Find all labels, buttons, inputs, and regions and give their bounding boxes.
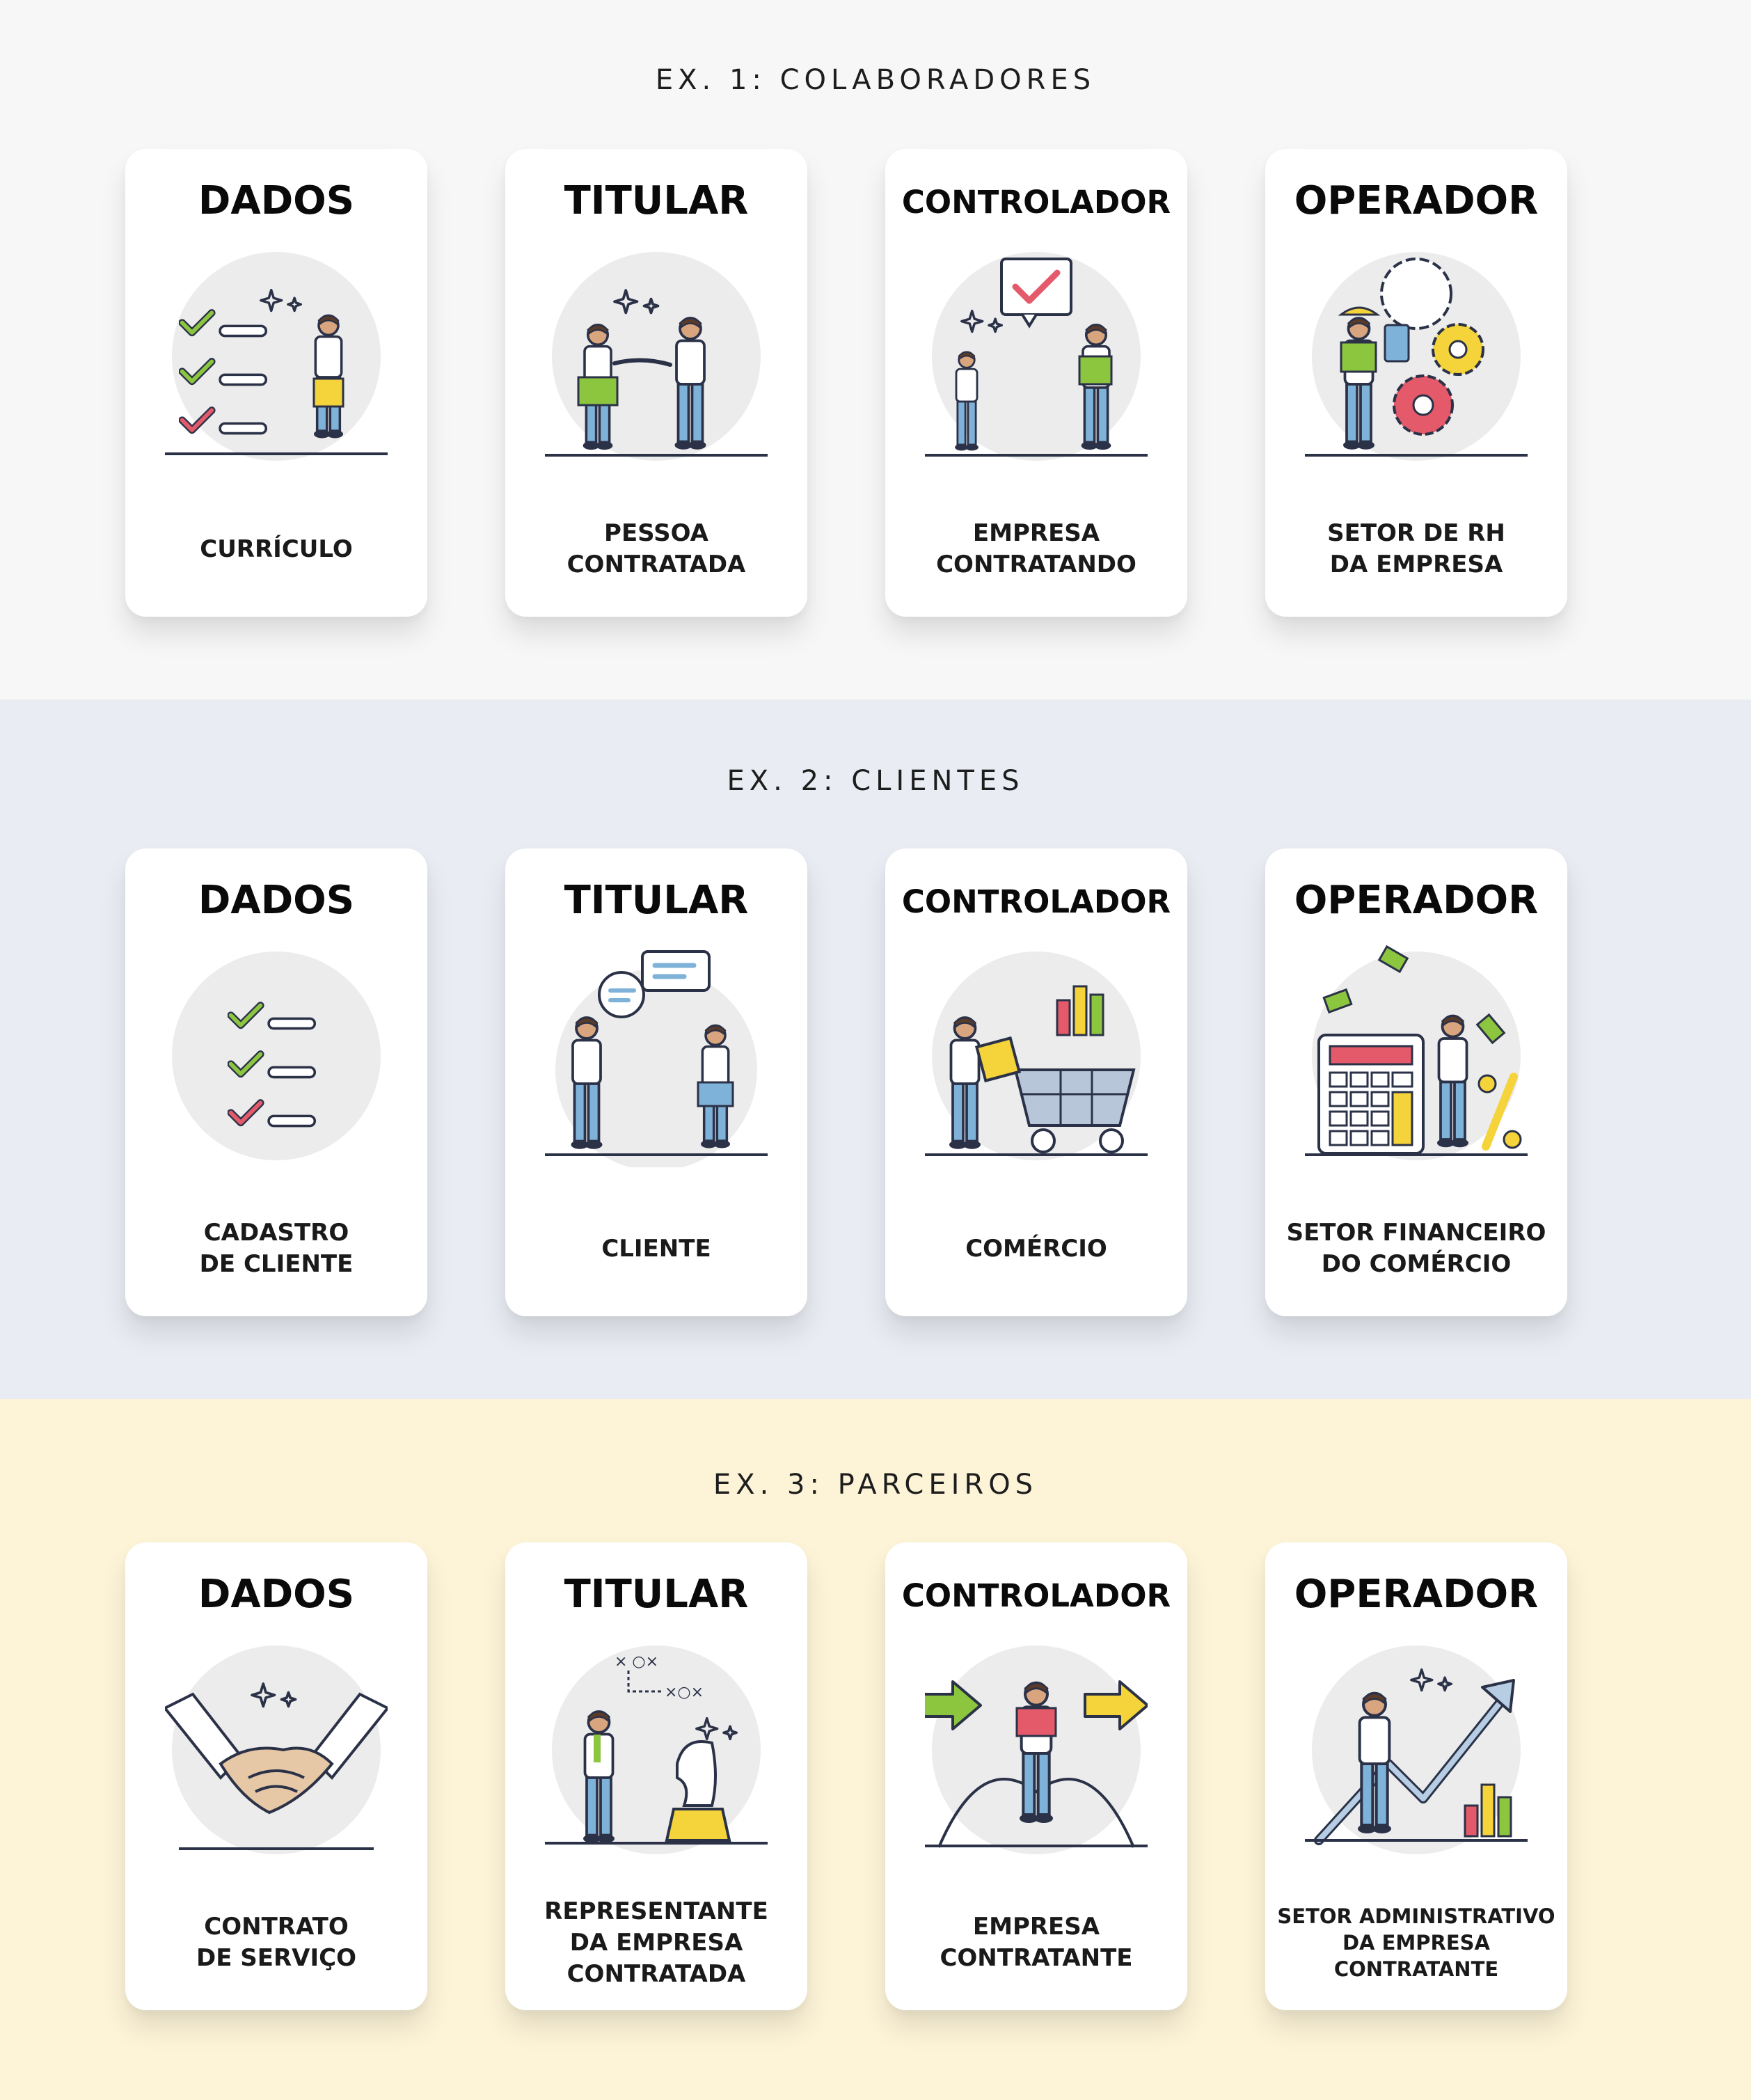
card-dados: DADOS CADASTRO DE CLIENTE — [125, 848, 427, 1316]
card-title: CONTROLADOR — [901, 184, 1171, 221]
gears-worker-icon — [1305, 252, 1528, 461]
card-subtitle: PESSOA CONTRATADA — [566, 519, 746, 578]
business-handshake-icon — [165, 1645, 388, 1854]
card-title: CONTROLADOR — [901, 1577, 1171, 1614]
checklist-icon — [172, 952, 381, 1160]
card-operador: OPERADOR SETOR DE RH DA EMPRESA — [1265, 149, 1567, 617]
section-title: EX. 1: COLABORADORES — [655, 64, 1096, 96]
card-subtitle: CLIENTE — [601, 1234, 711, 1263]
chess-strategy-icon: × ○× ×○× — [545, 1645, 768, 1854]
shopping-cart-icon — [925, 952, 1148, 1160]
card-operador: OPERADOR SETOR FINANCEIRO DO COMÉRCIO — [1265, 848, 1567, 1316]
card-controlador: CONTROLADOR COMÉRCIO — [885, 848, 1187, 1316]
card-titular: TITULAR × ○× ×○× REPRESENTANTE DA EMPRES… — [505, 1542, 807, 2010]
card-controlador: CONTROLADOR EMPRESA CONTRATANDO — [885, 149, 1187, 617]
card-dados: DADOS CURRÍCULO — [125, 149, 427, 617]
section-colaboradores: EX. 1: COLABORADORES DADOS CURRÍCULO TIT… — [0, 0, 1751, 700]
card-subtitle: SETOR DE RH DA EMPRESA — [1327, 519, 1505, 578]
card-operador: OPERADOR SETOR ADMINISTRATIVO DA EMPRESA… — [1265, 1542, 1567, 2010]
card-title: OPERADOR — [1294, 878, 1539, 923]
checklist-person-icon — [165, 252, 388, 461]
card-dados: DADOS CONTRATO DE SERVIÇO — [125, 1542, 427, 2010]
decision-arrows-icon — [925, 1645, 1148, 1854]
card-subtitle: EMPRESA CONTRATANTE — [940, 1913, 1133, 1972]
card-title: TITULAR — [564, 178, 749, 223]
card-subtitle: EMPRESA CONTRATANDO — [936, 519, 1136, 578]
section-title: EX. 2: CLIENTES — [727, 765, 1024, 797]
section-title: EX. 3: PARCEIROS — [713, 1469, 1038, 1501]
handshake-people-icon — [545, 252, 768, 461]
card-title: TITULAR — [564, 1572, 749, 1617]
card-subtitle: SETOR ADMINISTRATIVO DA EMPRESA CONTRATA… — [1277, 1904, 1555, 1981]
card-subtitle: COMÉRCIO — [965, 1234, 1107, 1263]
section-clientes: EX. 2: CLIENTES DADOS CADASTRO DE CLIENT… — [0, 700, 1751, 1399]
growth-chart-icon — [1305, 1645, 1528, 1854]
card-title: CONTROLADOR — [901, 883, 1171, 920]
card-controlador: CONTROLADOR EMPRESA CONTRATANTE — [885, 1542, 1187, 2010]
card-title: DADOS — [198, 1572, 355, 1617]
card-subtitle: CADASTRO DE CLIENTE — [199, 1219, 354, 1278]
card-subtitle: CONTRATO DE SERVIÇO — [196, 1913, 356, 1972]
svg-text:×○×: ×○× — [665, 1684, 704, 1701]
interview-approval-icon — [925, 252, 1148, 461]
svg-text:× ○×: × ○× — [615, 1653, 658, 1671]
calculator-money-icon — [1305, 945, 1528, 1160]
card-titular: TITULAR CLIENTE — [505, 848, 807, 1316]
conversation-people-icon — [545, 950, 768, 1167]
card-title: DADOS — [198, 878, 355, 923]
card-subtitle: CURRÍCULO — [200, 535, 353, 563]
card-titular: TITULAR PESSOA CONTRATADA — [505, 149, 807, 617]
card-title: DADOS — [198, 178, 355, 223]
card-subtitle: SETOR FINANCEIRO DO COMÉRCIO — [1286, 1219, 1546, 1278]
card-title: OPERADOR — [1294, 1572, 1539, 1617]
section-parceiros: EX. 3: PARCEIROS DADOS CONTRATO DE SERVI… — [0, 1399, 1751, 2100]
card-title: TITULAR — [564, 878, 749, 923]
card-title: OPERADOR — [1294, 178, 1539, 223]
card-subtitle: REPRESENTANTE DA EMPRESA CONTRATADA — [544, 1897, 768, 1988]
